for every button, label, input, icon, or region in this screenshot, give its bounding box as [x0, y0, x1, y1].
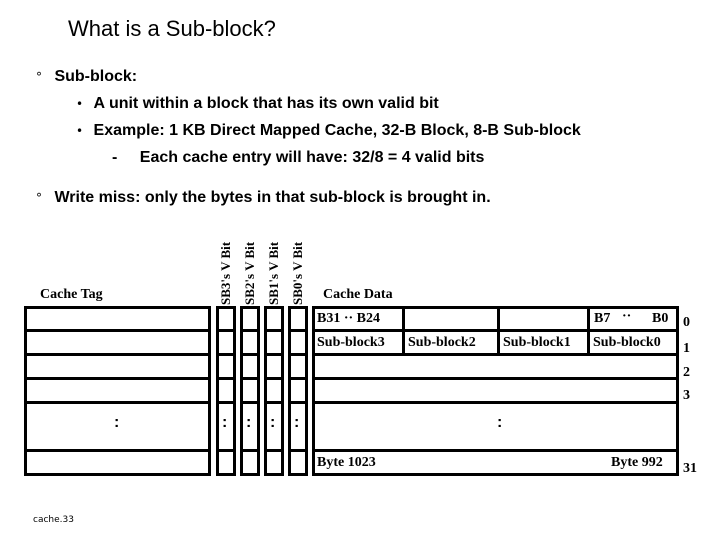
- row-divider: [24, 377, 211, 380]
- cache-data-label: Cache Data: [323, 287, 393, 302]
- bullet-write-miss: ° Write miss: only the bytes in that sub…: [36, 189, 491, 207]
- sub-block2-label: Sub-block2: [408, 335, 476, 350]
- sub-block3-label: Sub-block3: [317, 335, 385, 350]
- row-index-31: 31: [683, 461, 697, 476]
- data-ellipsis: :: [497, 414, 503, 431]
- bullet-marker: -: [112, 149, 118, 166]
- bullet-text: Write miss: only the bytes in that sub-b…: [54, 189, 491, 206]
- sub-block1-label: Sub-block1: [503, 335, 571, 350]
- sb2-ellipsis: :: [246, 414, 252, 431]
- last-row-byte-low: Byte 992: [611, 455, 663, 470]
- bullet-text: Example: 1 KB Direct Mapped Cache, 32-B …: [93, 122, 581, 139]
- tag-ellipsis: :: [114, 414, 120, 431]
- row-index-2: 2: [683, 365, 690, 380]
- bullet-marker: °: [36, 70, 42, 84]
- row0-byte-range-high: B31 ·· B24: [317, 311, 381, 326]
- row0-byte-end-low: B0: [652, 311, 669, 326]
- sb1-ellipsis: :: [270, 414, 276, 431]
- sb1-valid-bit-label: SB1's V Bit: [266, 241, 281, 305]
- row-divider: [24, 329, 211, 332]
- sb3-valid-bit-label: SB3's V Bit: [218, 241, 233, 305]
- bullet-text: Sub-block:: [54, 68, 138, 85]
- row0-byte-start-low: B7: [594, 311, 611, 326]
- bullet-marker: °: [36, 191, 42, 205]
- bullet-marker: •: [76, 124, 84, 138]
- bullet-example: • Example: 1 KB Direct Mapped Cache, 32-…: [76, 122, 581, 140]
- data-row-divider: [312, 377, 679, 380]
- sb0-valid-bit-label: SB0's V Bit: [290, 241, 305, 305]
- sb3-ellipsis: :: [222, 414, 228, 431]
- row0-byte-dots-low: ··: [622, 309, 632, 324]
- slide-title: What is a Sub-block?: [68, 16, 276, 41]
- bullet-marker: •: [76, 97, 84, 111]
- slide-footer: cache.33: [33, 515, 74, 525]
- sub-block-divider: [497, 306, 500, 354]
- sub-block0-label: Sub-block0: [593, 335, 661, 350]
- data-row-divider: [312, 449, 679, 452]
- row-index-1: 1: [683, 341, 690, 356]
- sb2-valid-bit-label: SB2's V Bit: [242, 241, 257, 305]
- sb0-ellipsis: :: [294, 414, 300, 431]
- bullet-valid-bits: - Each cache entry will have: 32/8 = 4 v…: [112, 149, 484, 167]
- row-divider: [24, 449, 211, 452]
- row-divider: [24, 401, 211, 404]
- row-index-3: 3: [683, 388, 690, 403]
- bullet-text: A unit within a block that has its own v…: [93, 95, 439, 112]
- data-row-divider: [312, 353, 679, 356]
- data-row-divider: [312, 329, 679, 332]
- row-divider: [24, 353, 211, 356]
- bullet-unit: • A unit within a block that has its own…: [76, 95, 439, 113]
- bullet-text: Each cache entry will have: 32/8 = 4 val…: [139, 149, 485, 166]
- cache-tag-label: Cache Tag: [40, 287, 103, 302]
- sub-block-divider: [587, 306, 590, 354]
- data-row-divider: [312, 401, 679, 404]
- bullet-sub-block: ° Sub-block:: [36, 68, 137, 86]
- last-row-byte-high: Byte 1023: [317, 455, 376, 470]
- row-index-0: 0: [683, 315, 690, 330]
- sub-block-divider: [402, 306, 405, 354]
